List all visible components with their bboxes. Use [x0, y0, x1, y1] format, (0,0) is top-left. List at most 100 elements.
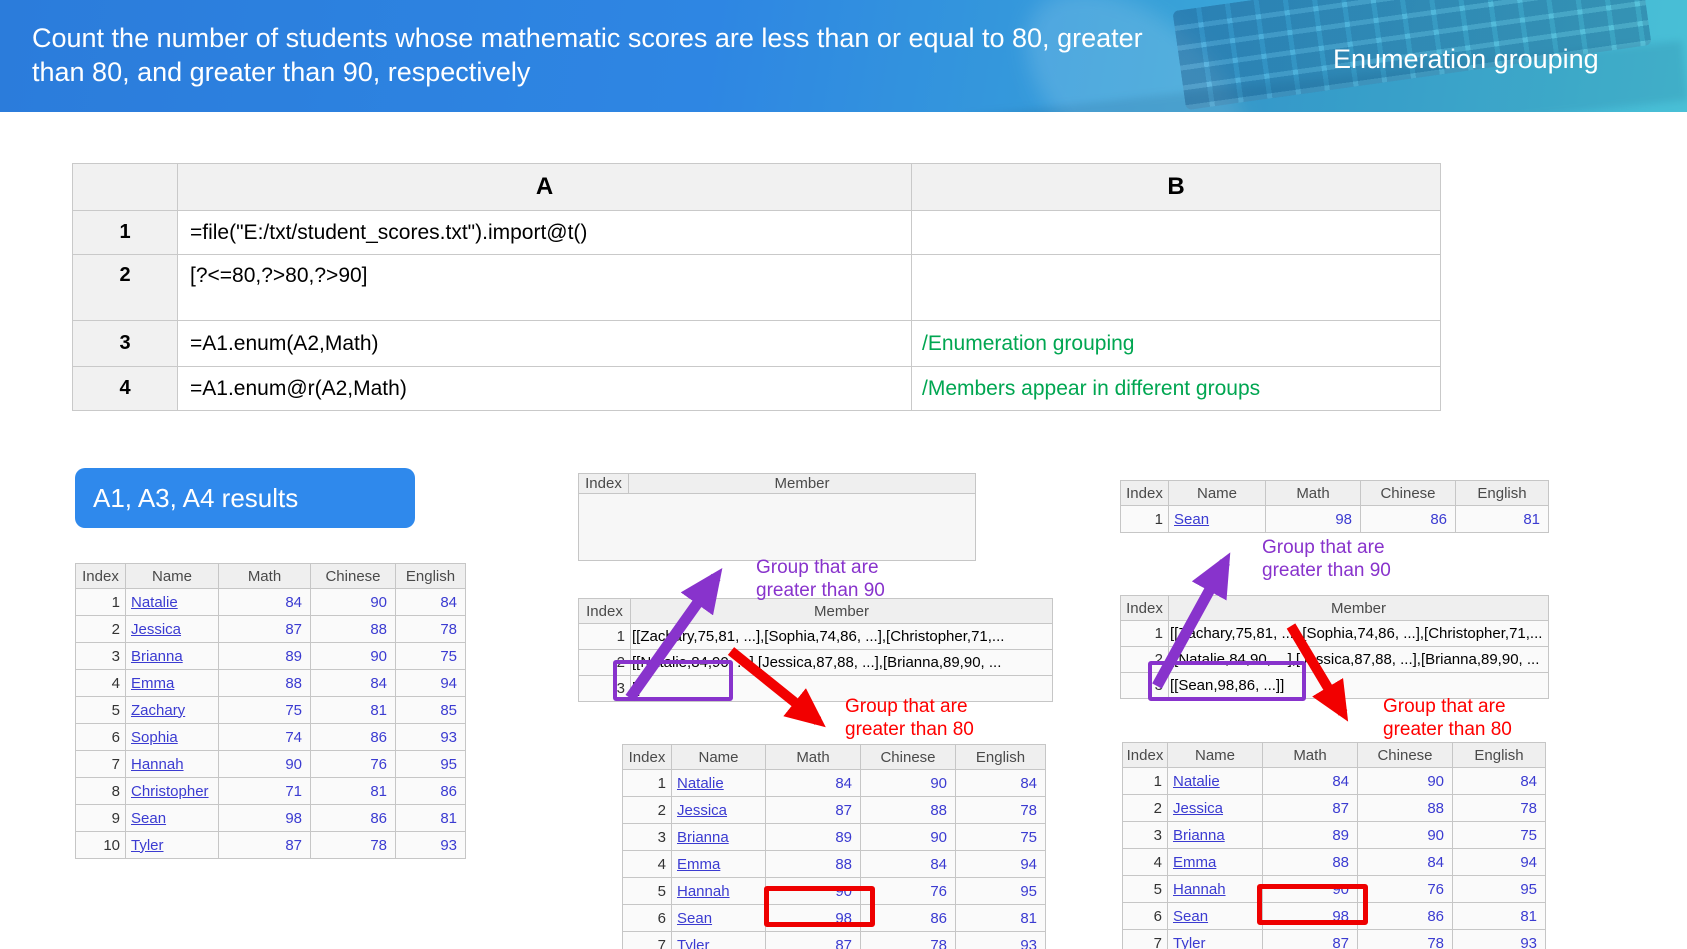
cell-a4[interactable]: =A1.enum@r(A2,Math): [177, 366, 912, 411]
column-header: Index: [1122, 742, 1168, 768]
index-cell: 10: [75, 831, 126, 859]
index-cell: 1: [1120, 620, 1169, 647]
score-cell: 89: [765, 823, 861, 851]
score-cell: 95: [955, 877, 1046, 905]
column-header: Math: [765, 744, 861, 770]
name-link[interactable]: Natalie: [125, 588, 219, 616]
table-row: 8 Christopher 71 81 86: [75, 777, 466, 805]
column-header: Name: [1168, 480, 1266, 506]
index-cell: 5: [622, 877, 672, 905]
score-cell: 89: [1262, 821, 1358, 849]
member-cell[interactable]: [[Zachary,75,81, ...],[Sophia,74,86, ...…: [1168, 620, 1549, 647]
cell-b2[interactable]: [911, 254, 1441, 321]
name-link[interactable]: Jessica: [125, 615, 219, 643]
table-row: 4 Emma 88 84 94: [75, 669, 466, 697]
column-header: Name: [1167, 742, 1263, 768]
name-link[interactable]: Tyler: [125, 831, 219, 859]
name-link[interactable]: Sean: [1167, 902, 1263, 930]
cell-b1[interactable]: [911, 210, 1441, 255]
score-cell: 95: [395, 750, 466, 778]
cell-a1[interactable]: =file("E:/txt/student_scores.txt").impor…: [177, 210, 912, 255]
column-header: Index: [75, 563, 126, 589]
cell-b4[interactable]: /Members appear in different groups: [911, 366, 1441, 411]
name-link[interactable]: Tyler: [1167, 929, 1263, 949]
row-number[interactable]: 2: [72, 254, 178, 321]
corner-cell[interactable]: [72, 163, 178, 211]
score-cell: 86: [310, 804, 396, 832]
score-cell: 98: [765, 904, 861, 932]
member-cell[interactable]: [[Natalie,84,90, ...],[Jessica,87,88, ..…: [630, 649, 1053, 676]
name-link[interactable]: Natalie: [671, 769, 766, 797]
name-link[interactable]: Sean: [1168, 505, 1266, 533]
name-link[interactable]: Sean: [125, 804, 219, 832]
name-link[interactable]: Hannah: [1167, 875, 1263, 903]
score-cell: 90: [860, 769, 956, 797]
score-cell: 93: [1452, 929, 1546, 949]
score-cell: 84: [1452, 767, 1546, 795]
score-cell: 98: [1265, 505, 1361, 533]
name-link[interactable]: Emma: [1167, 848, 1263, 876]
table-row: 3[]: [578, 675, 1053, 702]
row-number[interactable]: 3: [72, 320, 178, 367]
index-cell: 2: [1122, 794, 1168, 822]
score-cell: 98: [218, 804, 311, 832]
column-header-b[interactable]: B: [911, 163, 1441, 211]
member-cell[interactable]: [[Natalie,84,90, ...],[Jessica,87,88, ..…: [1168, 646, 1549, 673]
row-number[interactable]: 1: [72, 210, 178, 255]
index-cell: 3: [1122, 821, 1168, 849]
cell-a2[interactable]: [?<=80,?>80,?>90]: [177, 254, 912, 321]
name-link[interactable]: Natalie: [1167, 767, 1263, 795]
name-link[interactable]: Christopher: [125, 777, 219, 805]
name-link[interactable]: Emma: [125, 669, 219, 697]
table-row: 5 Hannah 90 76 95: [622, 877, 1046, 905]
name-link[interactable]: Hannah: [125, 750, 219, 778]
name-link[interactable]: Brianna: [671, 823, 766, 851]
score-cell: 78: [310, 831, 396, 859]
score-cell: 84: [765, 769, 861, 797]
page-title-line1: Count the number of students whose mathe…: [32, 23, 1143, 53]
name-link[interactable]: Tyler: [671, 931, 766, 949]
member-cell[interactable]: []: [630, 675, 1053, 702]
score-cell: 78: [1452, 794, 1546, 822]
name-link[interactable]: Brianna: [1167, 821, 1263, 849]
header-banner: Count the number of students whose mathe…: [0, 0, 1687, 112]
score-cell: 90: [310, 588, 396, 616]
page-title-line2: than 80, and greater than 90, respective…: [32, 57, 531, 87]
a3-member-table: Index Member 1 [[Zachary,75,81, ...],[Sophi…: [578, 598, 1053, 702]
name-link[interactable]: Sophia: [125, 723, 219, 751]
table-row: 9 Sean 98 86 81: [75, 804, 466, 832]
score-cell: 81: [395, 804, 466, 832]
score-cell: 78: [955, 796, 1046, 824]
column-header: English: [395, 563, 466, 589]
cell-a3[interactable]: =A1.enum(A2,Math): [177, 320, 912, 367]
index-cell: 8: [75, 777, 126, 805]
column-header: Math: [1262, 742, 1358, 768]
name-link[interactable]: Emma: [671, 850, 766, 878]
name-link[interactable]: Hannah: [671, 877, 766, 905]
table-row: 2 [[Natalie,84,90, ...],[Jessica,87,88, .…: [578, 649, 1053, 676]
cell-b3[interactable]: /Enumeration grouping: [911, 320, 1441, 367]
row-number[interactable]: 4: [72, 366, 178, 411]
score-cell: 75: [1452, 821, 1546, 849]
name-link[interactable]: Jessica: [1167, 794, 1263, 822]
name-link[interactable]: Jessica: [671, 796, 766, 824]
score-cell: 84: [1357, 848, 1453, 876]
column-header: Chinese: [1357, 742, 1453, 768]
name-link[interactable]: Zachary: [125, 696, 219, 724]
column-header-a[interactable]: A: [177, 163, 912, 211]
table-row: 1 [[Zachary,75,81, ...],[Sophia,74,86, ..…: [1120, 620, 1549, 647]
column-header: Member: [1168, 595, 1549, 621]
score-cell: 95: [1452, 875, 1546, 903]
score-cell: 84: [218, 588, 311, 616]
index-cell: 5: [75, 696, 126, 724]
column-header: Index: [578, 473, 629, 494]
name-link[interactable]: Sean: [671, 904, 766, 932]
table-row: 3 Brianna 89 90 75: [622, 823, 1046, 851]
name-link[interactable]: Brianna: [125, 642, 219, 670]
results-button[interactable]: A1, A3, A4 results: [75, 468, 415, 528]
index-cell: 6: [1122, 902, 1168, 930]
index-cell: 7: [622, 931, 672, 949]
column-header: English: [955, 744, 1046, 770]
topic-tag: Enumeration grouping: [1333, 44, 1599, 74]
member-cell[interactable]: [[Zachary,75,81, ...],[Sophia,74,86, ...…: [630, 623, 1053, 650]
